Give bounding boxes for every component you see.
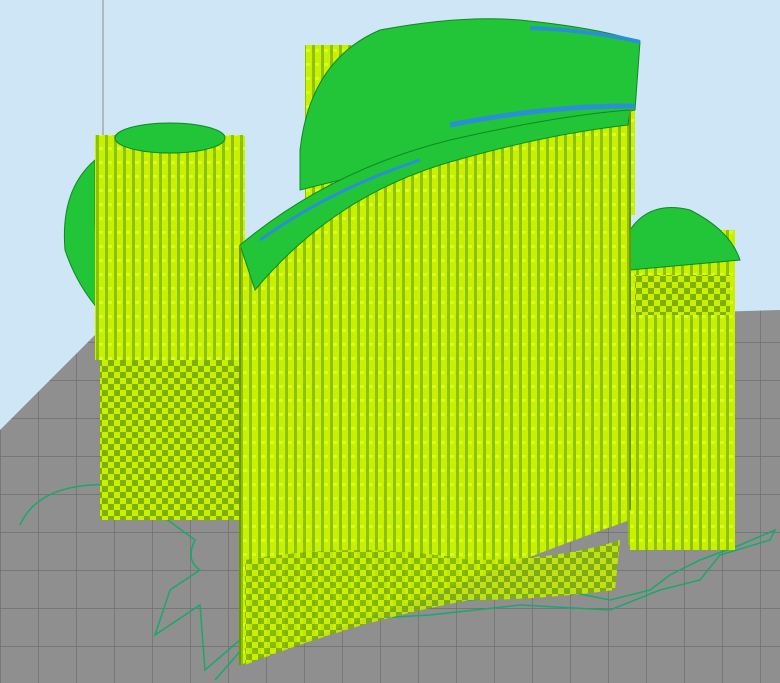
main-front-wall bbox=[239, 109, 631, 665]
left-tower bbox=[95, 122, 245, 520]
layer-preview-scene[interactable] bbox=[0, 0, 780, 683]
3d-print-preview-viewport[interactable] bbox=[0, 0, 780, 683]
right-tower bbox=[629, 207, 741, 550]
right-base-slats bbox=[628, 510, 723, 545]
